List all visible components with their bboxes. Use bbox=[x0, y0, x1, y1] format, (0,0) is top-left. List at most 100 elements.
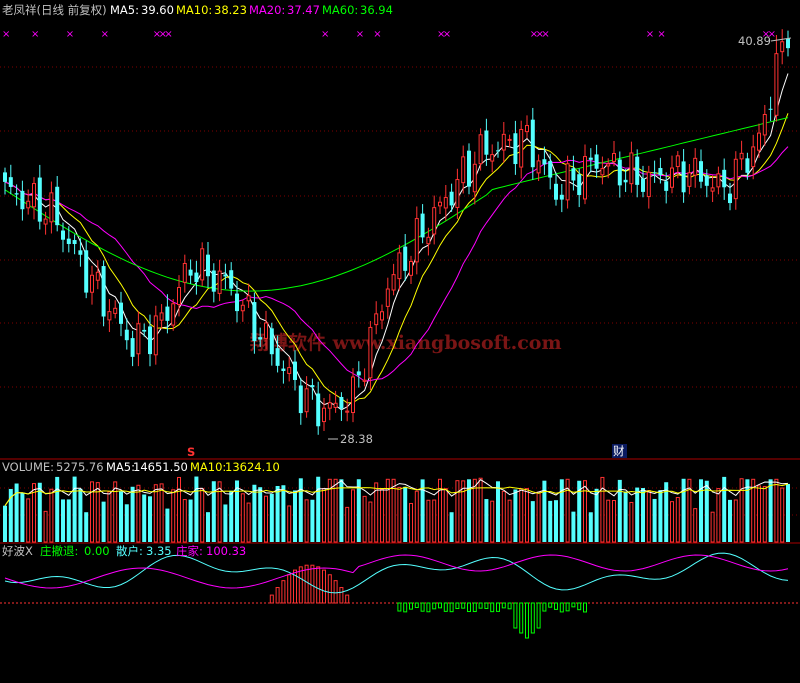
volume-bar-up bbox=[693, 508, 698, 543]
top-markers: × × × × ××× × × × ×× ××× × × ×× bbox=[2, 29, 776, 40]
volume-bar-up bbox=[774, 478, 779, 543]
volume-bar-up bbox=[432, 499, 437, 543]
candle-body-up bbox=[171, 303, 176, 326]
candle-body-up bbox=[345, 410, 350, 413]
candle-body-down bbox=[658, 168, 663, 175]
candle-body-up bbox=[287, 367, 292, 374]
candle-body-down bbox=[252, 302, 257, 342]
chart-title: 老凤祥(日线 前复权) bbox=[2, 3, 107, 17]
volume-label: VOLUME: bbox=[2, 460, 54, 474]
volume-bar-down bbox=[55, 476, 60, 542]
retail-line bbox=[4, 552, 789, 594]
candle-body-up bbox=[246, 295, 251, 302]
volume-bar-down bbox=[165, 508, 170, 542]
volume-bar-down bbox=[3, 505, 7, 542]
candle-body-down bbox=[281, 368, 286, 371]
volume-bar-up bbox=[670, 501, 674, 543]
top-marker: × bbox=[66, 29, 74, 40]
volume-bar-up bbox=[182, 499, 187, 543]
indicator-bar-up bbox=[275, 587, 280, 604]
ma60-line bbox=[4, 117, 789, 292]
s-marker: S bbox=[187, 445, 195, 459]
candle-body-down bbox=[66, 238, 71, 244]
volume-bar-down bbox=[20, 493, 25, 542]
volume-bar-down bbox=[310, 499, 315, 542]
candle-body-up bbox=[26, 200, 31, 209]
candle-body-down bbox=[496, 150, 500, 152]
candle-body-up bbox=[397, 252, 402, 280]
volume-bar-down bbox=[298, 478, 303, 542]
indicator-bar-down bbox=[455, 602, 460, 610]
volume-bar-up bbox=[345, 506, 350, 543]
candle-body-up bbox=[304, 388, 309, 413]
candle-body-up bbox=[461, 156, 466, 184]
volume-bar-up bbox=[217, 481, 222, 543]
volume-ma10-value: 13624.10 bbox=[225, 460, 280, 474]
candle-body-up bbox=[426, 236, 431, 245]
volume-bar-up bbox=[443, 488, 448, 543]
volume-bar-up bbox=[733, 499, 738, 543]
top-marker: × bbox=[356, 29, 364, 40]
ma20-label: MA20: bbox=[249, 3, 285, 17]
candle-body-up bbox=[43, 218, 48, 225]
indicator-bar-up bbox=[269, 594, 274, 604]
volume-bar-down bbox=[768, 479, 773, 542]
ma5-label: MA5: bbox=[110, 3, 139, 17]
volume-bar-up bbox=[780, 487, 785, 543]
volume-bar-down bbox=[484, 499, 489, 542]
indicator-s2-value: 3.35 bbox=[146, 544, 172, 558]
candle-body-up bbox=[95, 271, 100, 281]
volume-bar-up bbox=[351, 489, 355, 543]
candle-body-up bbox=[646, 171, 651, 198]
volume-bar-down bbox=[252, 484, 257, 542]
candle-body-up bbox=[333, 402, 338, 408]
volume-bar-up bbox=[507, 499, 512, 543]
candle-body-up bbox=[525, 125, 529, 133]
indicator-s3-value: 100.33 bbox=[206, 544, 246, 558]
stock-chart: 翔博软件 www.xiangbosoft.com × × × × ××× × × × ×× ×××… bbox=[0, 3, 800, 639]
candlesticks bbox=[3, 29, 790, 435]
top-marker: × bbox=[657, 29, 665, 40]
indicator-bar-down bbox=[420, 602, 425, 612]
volume-bar-down bbox=[269, 493, 274, 542]
indicator-bar-up bbox=[298, 566, 303, 604]
candle-body-up bbox=[687, 172, 692, 187]
candle-body-down bbox=[293, 361, 297, 380]
top-marker: × bbox=[101, 29, 109, 40]
volume-bar-down bbox=[316, 476, 321, 542]
top-marker: × bbox=[164, 29, 172, 40]
volume-bar-down bbox=[229, 490, 234, 542]
indicator-name: 好波X bbox=[2, 544, 33, 558]
volume-bar-up bbox=[414, 490, 419, 543]
volume-bar-up bbox=[501, 490, 506, 543]
indicator-bar-down bbox=[559, 602, 564, 613]
candle-body-down bbox=[403, 246, 408, 271]
volume-bar-down bbox=[571, 511, 576, 542]
volume-bar-up bbox=[304, 499, 309, 543]
top-marker: × bbox=[373, 29, 381, 40]
ma5-line bbox=[4, 73, 789, 411]
indicator-bar-up bbox=[281, 580, 286, 604]
indicator-bar-down bbox=[414, 602, 419, 608]
indicator-bar-up bbox=[339, 587, 344, 604]
candle-body-down bbox=[72, 240, 77, 245]
volume-bar-down bbox=[449, 512, 454, 542]
candle-body-up bbox=[414, 218, 419, 263]
volume-bar-up bbox=[368, 501, 373, 543]
candle-body-down bbox=[148, 326, 152, 355]
volume-bar-down bbox=[496, 481, 500, 542]
candle-body-down bbox=[617, 159, 622, 186]
indicator-bar-down bbox=[490, 602, 495, 613]
volume-bar-down bbox=[275, 485, 280, 542]
indicator-bar-down bbox=[530, 602, 535, 634]
indicator-bar-up bbox=[322, 569, 326, 604]
volume-bar-down bbox=[142, 494, 147, 542]
candle-body-down bbox=[635, 156, 640, 185]
volume-bar-down bbox=[206, 512, 210, 542]
volume-bar-up bbox=[246, 502, 251, 543]
volume-bar-up bbox=[240, 493, 245, 543]
volume-bar-down bbox=[623, 491, 628, 542]
candle-body-up bbox=[362, 379, 367, 382]
candle-body-down bbox=[124, 329, 129, 341]
candle-body-up bbox=[380, 311, 384, 321]
